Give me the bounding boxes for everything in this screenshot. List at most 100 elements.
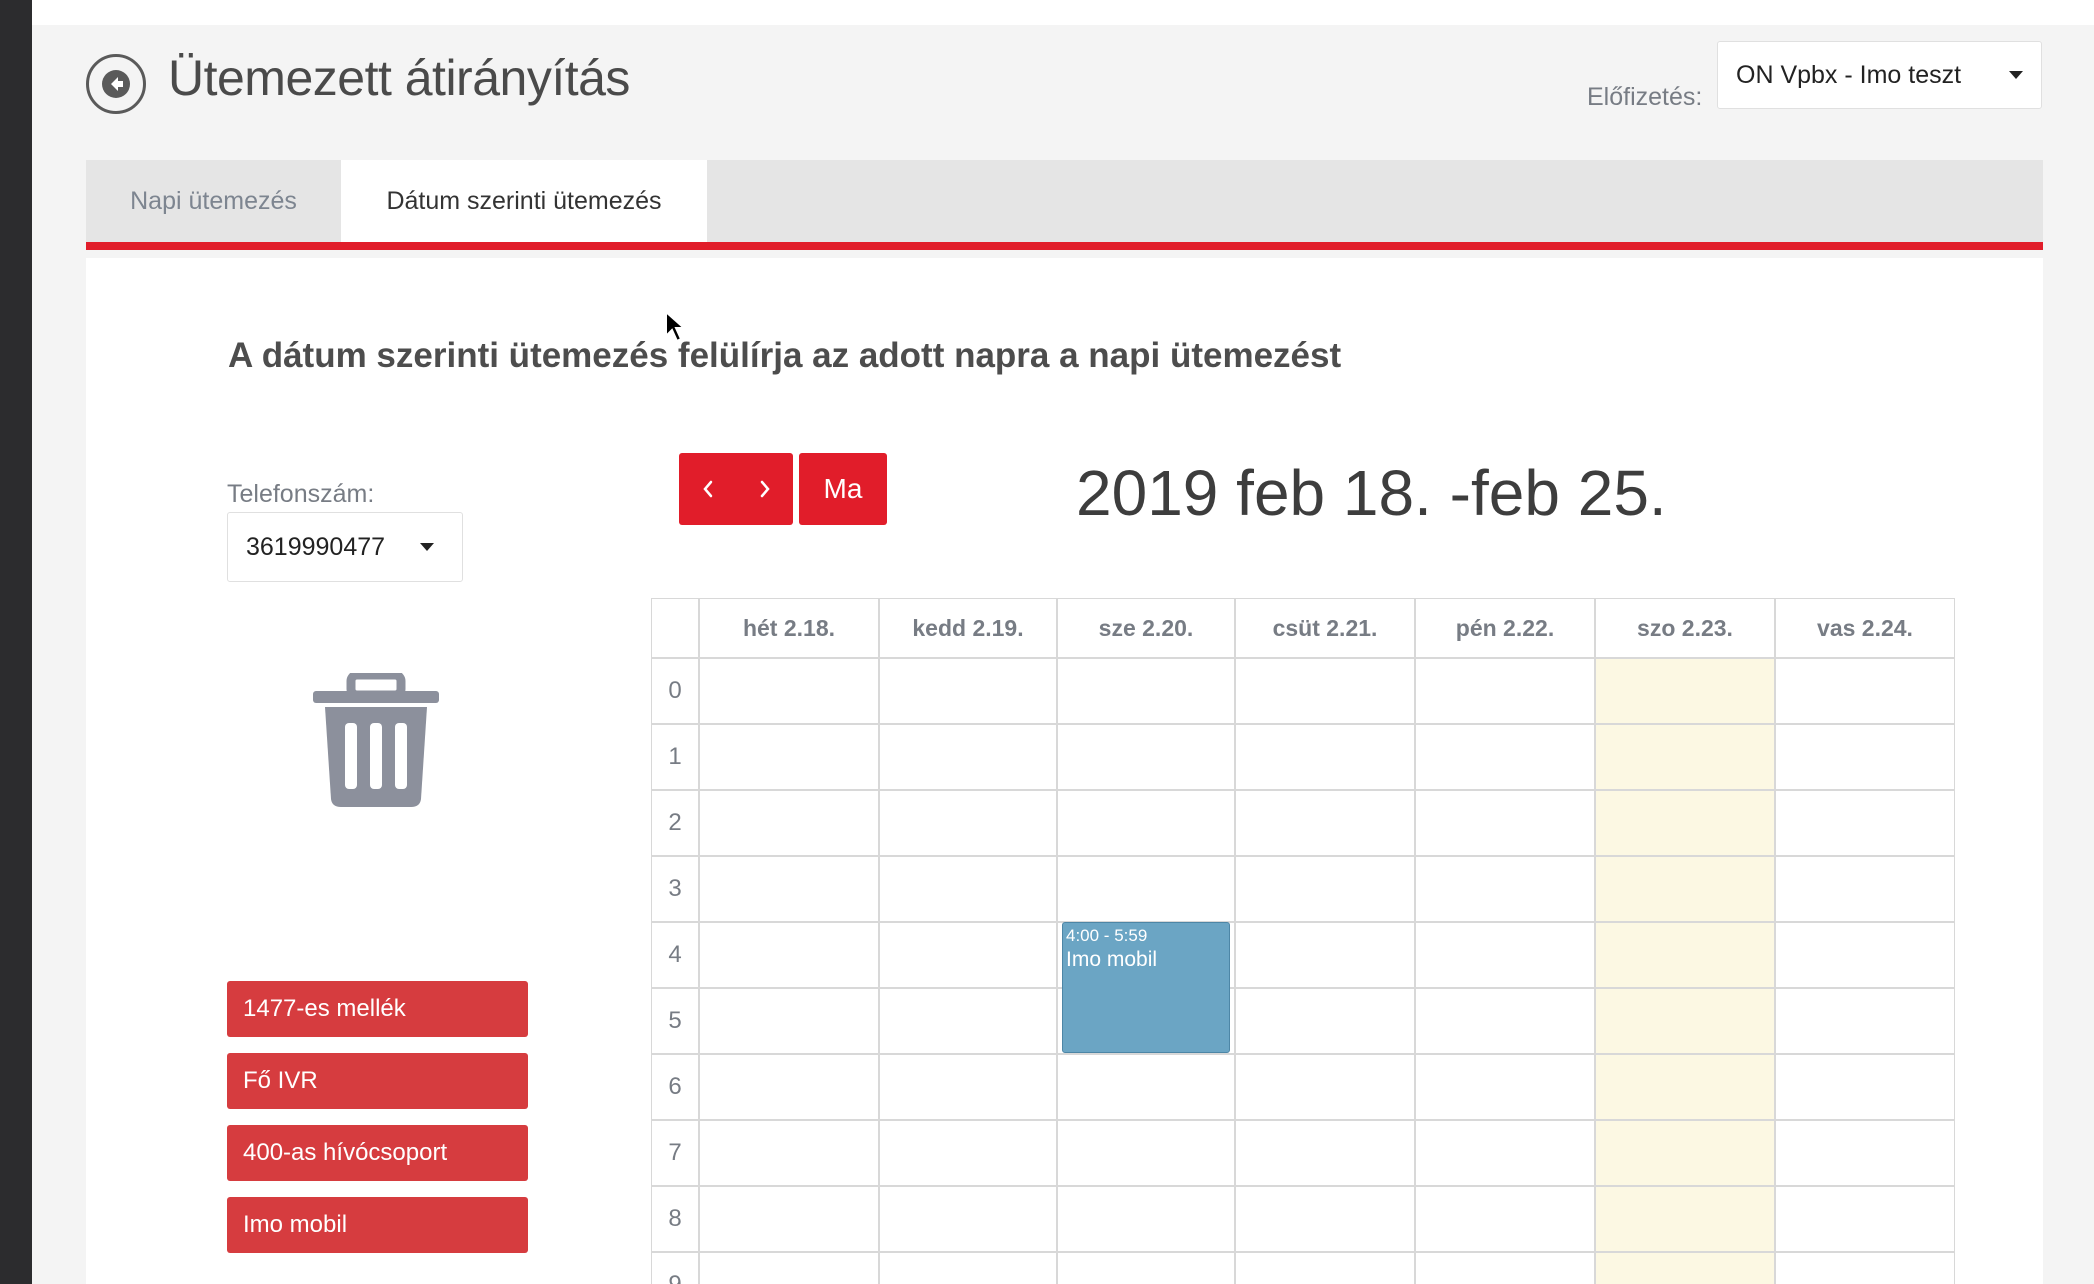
calendar-corner-cell	[651, 598, 699, 658]
caret-down-icon	[2009, 71, 2023, 79]
calendar-slot[interactable]	[1415, 1252, 1595, 1284]
calendar-slot[interactable]	[699, 856, 879, 922]
calendar-slot[interactable]	[1775, 856, 1955, 922]
calendar-slot[interactable]	[699, 790, 879, 856]
calendar-slot[interactable]	[1415, 988, 1595, 1054]
calendar-slot[interactable]	[699, 922, 879, 988]
calendar-slot[interactable]	[1595, 658, 1775, 724]
tab-bar: Napi ütemezés Dátum szerinti ütemezés	[86, 160, 2043, 250]
calendar-slot[interactable]	[1057, 1120, 1235, 1186]
calendar-slot[interactable]	[879, 790, 1057, 856]
calendar-slot[interactable]	[879, 988, 1057, 1054]
calendar-slot[interactable]	[1775, 988, 1955, 1054]
calendar-slot[interactable]	[1057, 658, 1235, 724]
tab-napi-utemezes[interactable]: Napi ütemezés	[86, 160, 341, 242]
calendar-slot[interactable]	[1595, 724, 1775, 790]
page: Ütemezett átirányítás Előfizetés: ON Vpb…	[32, 25, 2094, 1284]
calendar-event[interactable]: 4:00 - 5:59 Imo mobil	[1062, 922, 1230, 1053]
hour-label: 5	[651, 988, 699, 1054]
calendar-slot[interactable]	[1235, 1186, 1415, 1252]
calendar-slot[interactable]	[1415, 658, 1595, 724]
calendar-slot[interactable]	[1235, 922, 1415, 988]
calendar-slot[interactable]	[1415, 1120, 1595, 1186]
calendar-slot[interactable]	[699, 1252, 879, 1284]
chevron-left-icon	[702, 480, 712, 498]
calendar-slot[interactable]	[879, 1054, 1057, 1120]
calendar-slot[interactable]	[879, 658, 1057, 724]
calendar-slot[interactable]	[879, 724, 1057, 790]
calendar-slot[interactable]	[699, 1120, 879, 1186]
calendar-nav-group	[679, 453, 793, 525]
calendar-slot[interactable]	[1057, 790, 1235, 856]
calendar-slot[interactable]	[1775, 790, 1955, 856]
calendar-slot[interactable]	[879, 1186, 1057, 1252]
calendar-slot[interactable]	[879, 1120, 1057, 1186]
calendar-slot[interactable]	[699, 1186, 879, 1252]
event-time: 4:00 - 5:59	[1066, 926, 1148, 945]
calendar-slot[interactable]	[1775, 922, 1955, 988]
calendar-slot[interactable]	[699, 658, 879, 724]
calendar-slot[interactable]	[1595, 988, 1775, 1054]
day-header: csüt 2.21.	[1235, 598, 1415, 658]
calendar-slot[interactable]	[1235, 1054, 1415, 1120]
calendar-slot[interactable]	[879, 856, 1057, 922]
caret-down-icon	[420, 543, 434, 551]
hour-label: 0	[651, 658, 699, 724]
subscription-value: ON Vpbx - Imo teszt	[1736, 60, 1962, 89]
calendar-slot[interactable]	[1595, 922, 1775, 988]
calendar-slot[interactable]	[1235, 1252, 1415, 1284]
calendar-slot[interactable]	[1057, 1252, 1235, 1284]
destination-button-400-as-hivocsoport[interactable]: 400-as hívócsoport	[227, 1125, 528, 1181]
calendar-slot[interactable]	[1775, 658, 1955, 724]
hour-label: 2	[651, 790, 699, 856]
calendar-slot[interactable]	[699, 724, 879, 790]
calendar-slot[interactable]	[1057, 1186, 1235, 1252]
today-button[interactable]: Ma	[799, 453, 887, 525]
calendar-slot[interactable]	[1595, 1186, 1775, 1252]
calendar-slot[interactable]	[1415, 1186, 1595, 1252]
calendar-slot[interactable]	[1057, 856, 1235, 922]
calendar-slot[interactable]	[1415, 922, 1595, 988]
hour-label: 6	[651, 1054, 699, 1120]
trash-icon[interactable]	[313, 670, 439, 808]
calendar-slot[interactable]	[1235, 658, 1415, 724]
next-week-button[interactable]	[736, 453, 793, 525]
destination-button-1477-es-mellek[interactable]: 1477-es mellék	[227, 981, 528, 1037]
calendar-slot[interactable]	[1775, 724, 1955, 790]
calendar-slot[interactable]	[879, 922, 1057, 988]
calendar-slot[interactable]	[699, 1054, 879, 1120]
calendar-slot[interactable]	[1057, 724, 1235, 790]
calendar-slot[interactable]	[1775, 1120, 1955, 1186]
calendar-slot[interactable]	[1235, 790, 1415, 856]
prev-week-button[interactable]	[679, 453, 736, 525]
calendar-slot[interactable]	[1595, 1120, 1775, 1186]
subscription-select[interactable]: ON Vpbx - Imo teszt	[1717, 41, 2042, 109]
calendar-slot[interactable]	[1595, 856, 1775, 922]
calendar-slot[interactable]	[1415, 1054, 1595, 1120]
day-header: szo 2.23.	[1595, 598, 1775, 658]
calendar-slot[interactable]	[699, 988, 879, 1054]
calendar-slot[interactable]	[1235, 724, 1415, 790]
calendar-slot[interactable]	[1235, 856, 1415, 922]
destination-button-imo-mobil[interactable]: Imo mobil	[227, 1197, 528, 1253]
calendar-slot[interactable]	[1595, 790, 1775, 856]
calendar-slot[interactable]	[1595, 1252, 1775, 1284]
calendar-slot[interactable]	[1595, 1054, 1775, 1120]
calendar-slot[interactable]	[1235, 988, 1415, 1054]
hour-label: 3	[651, 856, 699, 922]
calendar-slot[interactable]	[1415, 790, 1595, 856]
destination-button-fo-ivr[interactable]: Fő IVR	[227, 1053, 528, 1109]
page-title: Ütemezett átirányítás	[168, 50, 630, 106]
calendar-slot[interactable]	[1235, 1120, 1415, 1186]
calendar-slot[interactable]	[1775, 1054, 1955, 1120]
calendar-slot[interactable]	[879, 1252, 1057, 1284]
back-button[interactable]	[86, 54, 146, 114]
calendar-slot[interactable]	[1415, 856, 1595, 922]
subscription-label: Előfizetés:	[1587, 83, 1703, 111]
calendar-slot[interactable]	[1415, 724, 1595, 790]
tab-datum-szerinti-utemezes[interactable]: Dátum szerinti ütemezés	[341, 160, 707, 242]
calendar-slot[interactable]	[1775, 1186, 1955, 1252]
calendar-slot[interactable]	[1057, 1054, 1235, 1120]
calendar-slot[interactable]	[1775, 1252, 1955, 1284]
phone-select[interactable]: 3619990477	[227, 512, 463, 582]
